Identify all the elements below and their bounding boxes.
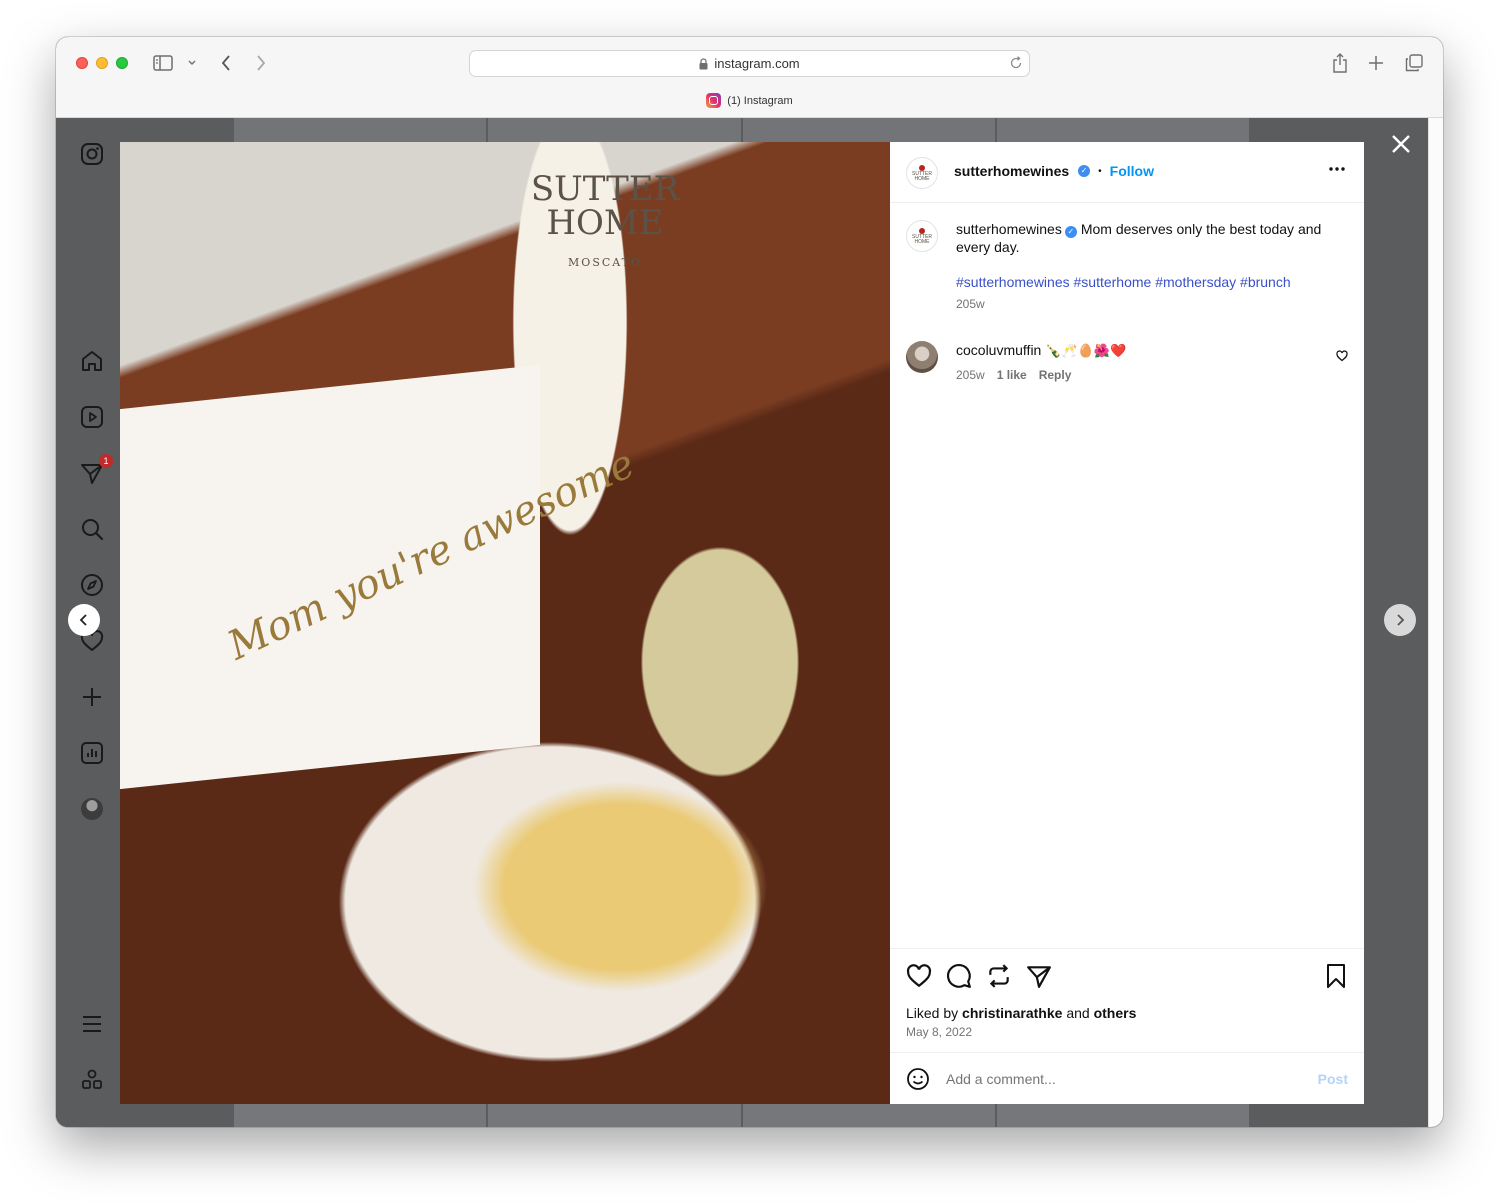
post-actions: Liked by christinarathke and others May … [890,948,1364,1052]
profile-avatar[interactable] [79,796,105,822]
apps-grid-icon[interactable] [79,1067,105,1093]
post-comment-button[interactable]: Post [1318,1071,1348,1087]
more-menu-icon[interactable] [79,1011,105,1037]
browser-window: instagram.com (1) Instagram 1 Mom you're… [56,37,1443,1127]
avatar [81,798,103,820]
share-icon[interactable] [1330,52,1350,74]
comment-like-heart-icon[interactable] [1336,350,1348,362]
post-image[interactable]: Mom you're awesome SUTTER HOME MOSCATO [120,142,890,1104]
tab-overview-icon[interactable] [1404,53,1424,73]
messages-badge: 1 [99,454,113,468]
more-options-icon[interactable] [1328,166,1346,172]
home-icon[interactable] [79,348,105,374]
caption-block: SUTTER HOME sutterhomewines ✓ Mom deserves… [906,220,1348,382]
next-post-button[interactable] [1384,604,1416,636]
bottle-label: SUTTER HOME MOSCATO [530,169,680,269]
address-bar[interactable]: instagram.com [469,50,1030,77]
post-details-panel: SUTTER HOME sutterhomewines ✓ • Follow S… [890,142,1364,1104]
background-feed-bottom [234,1103,1249,1127]
sidebar-toggle-icon[interactable] [152,54,174,72]
create-plus-icon[interactable] [79,684,105,710]
instagram-page: 1 Mom you're awesome SUTTER HOME MOSCATO… [56,118,1428,1127]
comment-bubble-icon[interactable] [946,963,972,989]
post-date: May 8, 2022 [906,1025,973,1039]
header-user-row: sutterhomewines ✓ • Follow [954,163,1154,179]
instagram-favicon-icon [706,93,722,108]
caption-text: sutterhomewines ✓ Mom deserves only the be… [956,220,1346,256]
lock-icon [699,57,708,70]
like-heart-icon[interactable] [906,963,932,989]
emoji-icon[interactable] [906,1067,930,1091]
repost-icon[interactable] [986,963,1012,989]
caption-username[interactable]: sutterhomewines [956,221,1062,237]
close-window-button[interactable] [76,57,88,69]
liked-by-others[interactable]: others [1094,1005,1137,1021]
author-avatar[interactable]: SUTTER HOME [906,157,938,189]
back-icon[interactable] [216,53,236,73]
instagram-logo-icon[interactable] [79,141,105,167]
previous-post-button[interactable] [68,604,100,636]
commenter-avatar[interactable] [906,341,938,373]
forward-icon[interactable] [251,53,271,73]
reels-icon[interactable] [79,404,105,430]
messages-icon[interactable]: 1 [79,454,113,486]
share-paper-plane-icon[interactable] [1026,963,1052,989]
comment-age: 205w [956,368,985,382]
url-text: instagram.com [714,56,800,71]
comment-likes[interactable]: 1 like [997,368,1027,382]
author-username[interactable]: sutterhomewines [954,163,1069,179]
separator-dot: • [1098,165,1102,177]
close-modal-icon[interactable] [1390,133,1412,155]
liked-by-user[interactable]: christinarathke [962,1005,1062,1021]
comment-item: cocoluvmuffin 🍾🥂🥚🌺❤️ 205w 1 like Reply [906,341,1348,382]
comment-username[interactable]: cocoluvmuffin [956,342,1041,358]
verified-badge-icon: ✓ [1078,165,1091,177]
post-header: SUTTER HOME sutterhomewines ✓ • Follow [890,142,1364,203]
zoom-window-button[interactable] [116,57,128,69]
page-scrollbar[interactable] [1428,118,1443,1127]
follow-button[interactable]: Follow [1110,163,1154,179]
caption-hashtags[interactable]: #sutterhomewines #sutterhome #mothersday… [956,274,1346,290]
caption-age: 205w [956,297,985,311]
explore-icon[interactable] [79,572,105,598]
browser-titlebar: instagram.com (1) Instagram [56,37,1443,118]
verified-badge-icon: ✓ [1064,226,1077,238]
tab-title: (1) Instagram [727,94,793,107]
caption-author-avatar[interactable]: SUTTER HOME [906,220,938,252]
save-bookmark-icon[interactable] [1324,963,1348,989]
reload-icon[interactable] [1009,56,1023,70]
add-comment-bar: Post [890,1052,1364,1104]
insights-icon[interactable] [79,740,105,766]
liked-by-text: Liked by christinarathke and others [906,1005,1137,1021]
chevron-down-icon[interactable] [185,56,199,70]
search-icon[interactable] [79,516,105,542]
comment-text: 🍾🥂🥚🌺❤️ [1045,343,1127,358]
new-tab-icon[interactable] [1367,54,1385,72]
background-feed-top [234,118,1249,142]
comment-reply-button[interactable]: Reply [1039,368,1072,382]
comment-input[interactable] [946,1070,1318,1087]
minimize-window-button[interactable] [96,57,108,69]
active-tab[interactable]: (1) Instagram [56,93,1443,108]
